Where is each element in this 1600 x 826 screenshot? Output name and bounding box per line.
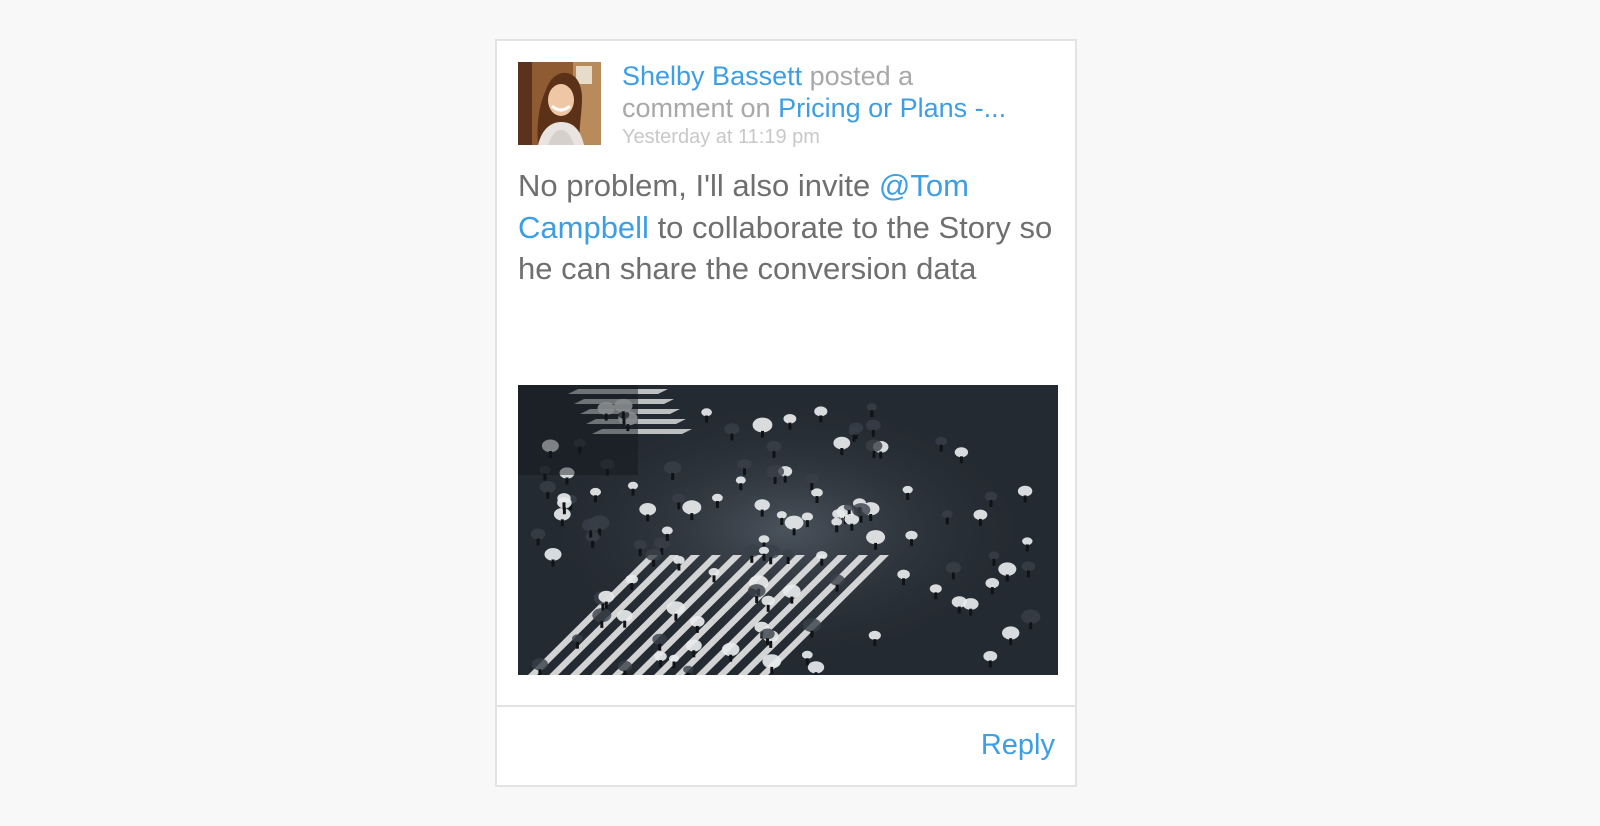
headline-line-1: Shelby Bassett posted a — [622, 60, 1055, 92]
post-headline: Shelby Bassett posted a comment on Prici… — [622, 60, 1055, 124]
footer-divider — [497, 705, 1075, 707]
avatar[interactable] — [518, 62, 601, 145]
story-link[interactable]: Pricing or Plans -... — [778, 93, 1006, 123]
umbrellas-photo — [518, 385, 1058, 675]
comment-body: No problem, I'll also invite @Tom Campbe… — [518, 165, 1061, 290]
post-header: Shelby Bassett posted a comment on Prici… — [518, 60, 1055, 152]
action-text-2: comment on — [622, 93, 779, 123]
comment-card: Shelby Bassett posted a comment on Prici… — [495, 39, 1077, 787]
action-text: posted a — [802, 61, 914, 91]
post-meta: Shelby Bassett posted a comment on Prici… — [622, 60, 1055, 150]
reply-button[interactable]: Reply — [981, 727, 1055, 763]
headline-line-2: comment on Pricing or Plans -... — [622, 92, 1055, 124]
avatar-image — [518, 62, 601, 145]
body-text-start: No problem, I'll also invite — [518, 168, 879, 203]
timestamp: Yesterday at 11:19 pm — [622, 126, 820, 148]
attachment-image[interactable] — [518, 385, 1058, 675]
author-link[interactable]: Shelby Bassett — [622, 61, 802, 91]
